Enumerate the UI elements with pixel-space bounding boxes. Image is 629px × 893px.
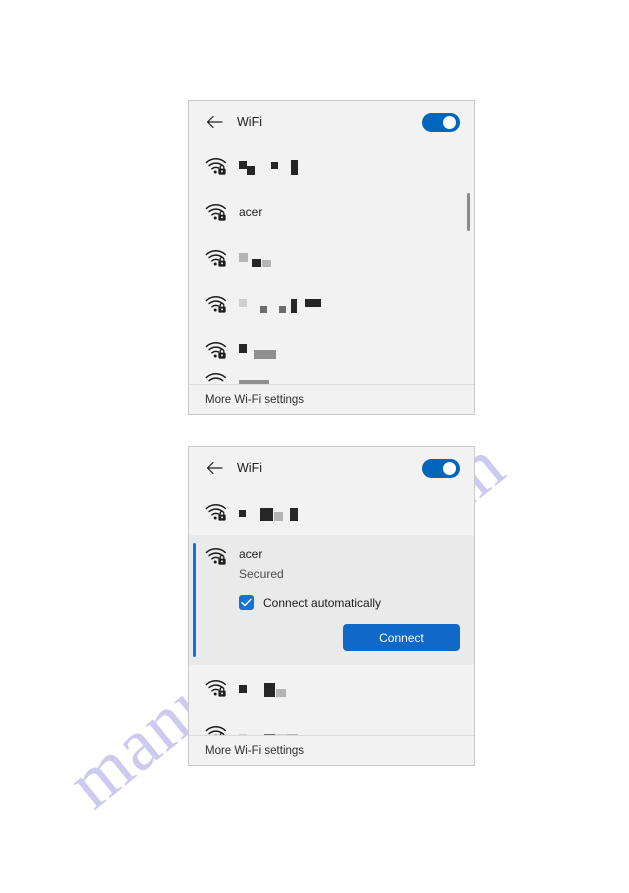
page-title: WiFi <box>237 115 262 129</box>
network-row[interactable] <box>189 489 474 535</box>
network-row-acer[interactable]: acer <box>189 189 474 235</box>
network-list: acer <box>189 143 474 389</box>
redacted-ssid <box>239 157 302 175</box>
back-arrow-icon[interactable] <box>205 459 223 477</box>
wifi-secured-icon <box>205 339 227 361</box>
redacted-ssid <box>239 295 325 313</box>
redacted-ssid <box>239 503 302 521</box>
flyout-header: WiFi <box>189 101 474 143</box>
wifi-secured-icon <box>205 545 227 567</box>
network-row[interactable] <box>189 665 474 711</box>
checkmark-icon <box>241 598 252 607</box>
network-row[interactable] <box>189 281 474 327</box>
wifi-secured-icon <box>205 501 227 523</box>
connect-automatically-checkbox[interactable] <box>239 595 254 610</box>
more-wifi-settings-label: More Wi-Fi settings <box>205 744 305 757</box>
wifi-flyout-expanded: WiFi acer Secured Connect automatically … <box>188 446 475 766</box>
connect-automatically-row[interactable]: Connect automatically <box>239 595 460 610</box>
wifi-secured-icon <box>205 201 227 223</box>
more-wifi-settings-row[interactable]: More Wi-Fi settings <box>189 384 474 414</box>
flyout-header: WiFi <box>189 447 474 489</box>
network-list: acer Secured Connect automatically Conne… <box>189 489 474 743</box>
selected-network-security: Secured <box>239 567 284 581</box>
network-row[interactable] <box>189 235 474 281</box>
redacted-ssid <box>239 341 280 359</box>
toggle-knob <box>443 461 456 475</box>
wifi-toggle[interactable] <box>422 458 460 478</box>
network-row[interactable] <box>189 143 474 189</box>
redacted-ssid <box>239 679 290 697</box>
more-wifi-settings-row[interactable]: More Wi-Fi settings <box>189 735 474 765</box>
wifi-flyout-collapsed: WiFi acer More Wi-Fi settings <box>188 100 475 415</box>
back-arrow-icon[interactable] <box>205 113 223 131</box>
toggle-knob <box>443 115 456 129</box>
page-title: WiFi <box>237 461 262 475</box>
selected-network-header: acer Secured <box>205 545 460 581</box>
selected-network-ssid: acer <box>239 547 263 561</box>
redacted-ssid <box>239 249 275 267</box>
connect-automatically-label: Connect automatically <box>263 595 382 610</box>
more-wifi-settings-label: More Wi-Fi settings <box>205 393 305 406</box>
selected-network-acer[interactable]: acer Secured Connect automatically Conne… <box>189 535 474 665</box>
connect-button[interactable]: Connect <box>343 624 460 651</box>
network-ssid: acer <box>239 205 263 219</box>
wifi-secured-icon <box>205 155 227 177</box>
wifi-toggle[interactable] <box>422 112 460 132</box>
wifi-secured-icon <box>205 293 227 315</box>
network-row[interactable] <box>189 327 474 373</box>
wifi-secured-icon <box>205 677 227 699</box>
wifi-secured-icon <box>205 247 227 269</box>
